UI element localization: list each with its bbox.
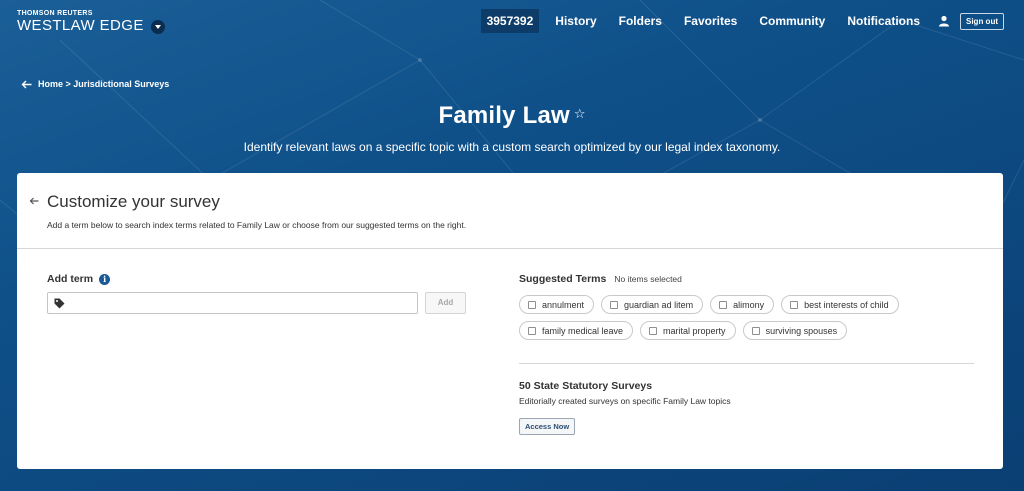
brand-logo[interactable]: THOMSON REUTERS WESTLAW EDGE <box>17 9 165 34</box>
checkbox-icon[interactable] <box>719 300 728 309</box>
selection-status: No items selected <box>614 274 682 284</box>
nav-community[interactable]: Community <box>759 14 825 28</box>
chip-alimony[interactable]: alimony <box>710 295 775 314</box>
chip-family-medical-leave[interactable]: family medical leave <box>519 321 634 340</box>
tag-icon <box>54 298 65 309</box>
hero: Family Law ☆ Identify relevant laws on a… <box>0 102 1024 154</box>
sign-out-button[interactable]: Sign out <box>960 12 1004 30</box>
nav-favorites[interactable]: Favorites <box>684 14 737 28</box>
card-title: Customize your survey <box>47 192 220 211</box>
add-term-section: Add term i <box>47 273 111 285</box>
suggested-chip-list: annulment guardian ad litem alimony best… <box>519 295 939 347</box>
section-divider <box>519 363 974 364</box>
chip-surviving-spouses[interactable]: surviving spouses <box>742 321 848 340</box>
statutory-description: Editorially created surveys on specific … <box>519 396 731 406</box>
back-arrow-icon[interactable] <box>21 80 32 89</box>
caret-down-icon[interactable] <box>150 20 165 34</box>
user-icon[interactable] <box>938 15 950 27</box>
checkbox-icon[interactable] <box>528 326 536 335</box>
nav-folders[interactable]: Folders <box>619 14 662 28</box>
page-subtitle: Identify relevant laws on a specific top… <box>243 140 781 154</box>
client-id-button[interactable]: 3957392 <box>480 9 540 33</box>
chip-annulment[interactable]: annulment <box>519 295 595 314</box>
term-input-container <box>47 292 418 314</box>
chip-marital-property[interactable]: marital property <box>640 321 736 340</box>
suggested-terms: Suggested Terms No items selected annulm… <box>519 273 974 347</box>
page-title: Family Law <box>438 102 570 129</box>
checkbox-icon[interactable] <box>751 326 760 335</box>
statutory-surveys-section: 50 State Statutory Surveys Editorially c… <box>519 380 731 435</box>
breadcrumb-text[interactable]: Home > Jurisdictional Surveys <box>38 79 169 89</box>
chip-best-interests-of-child[interactable]: best interests of child <box>781 295 899 314</box>
checkbox-icon[interactable] <box>790 300 799 309</box>
checkbox-icon[interactable] <box>528 300 536 309</box>
nav-notifications[interactable]: Notifications <box>847 14 920 28</box>
add-term-label: Add term <box>47 273 94 285</box>
star-icon[interactable]: ☆ <box>574 106 586 122</box>
access-now-button[interactable]: Access Now <box>519 418 576 435</box>
checkbox-icon[interactable] <box>610 300 619 309</box>
statutory-title: 50 State Statutory Surveys <box>519 380 653 392</box>
card-header: Customize your survey Add a term below t… <box>17 173 1003 249</box>
top-navigation: 3957392 History Folders Favorites Commun… <box>480 9 1004 33</box>
back-arrow-icon[interactable] <box>29 197 39 205</box>
breadcrumb[interactable]: Home > Jurisdictional Surveys <box>21 79 169 89</box>
card-description: Add a term below to search index terms r… <box>47 220 467 230</box>
add-term-input[interactable] <box>70 295 410 311</box>
add-button[interactable]: Add <box>425 292 466 314</box>
suggested-heading: Suggested Terms <box>519 273 607 285</box>
info-icon[interactable]: i <box>99 273 111 285</box>
product-name: WESTLAW EDGE <box>17 17 144 34</box>
chip-guardian-ad-litem[interactable]: guardian ad litem <box>601 295 704 314</box>
survey-card: Customize your survey Add a term below t… <box>17 173 1003 469</box>
nav-history[interactable]: History <box>555 14 596 28</box>
checkbox-icon[interactable] <box>649 326 658 335</box>
